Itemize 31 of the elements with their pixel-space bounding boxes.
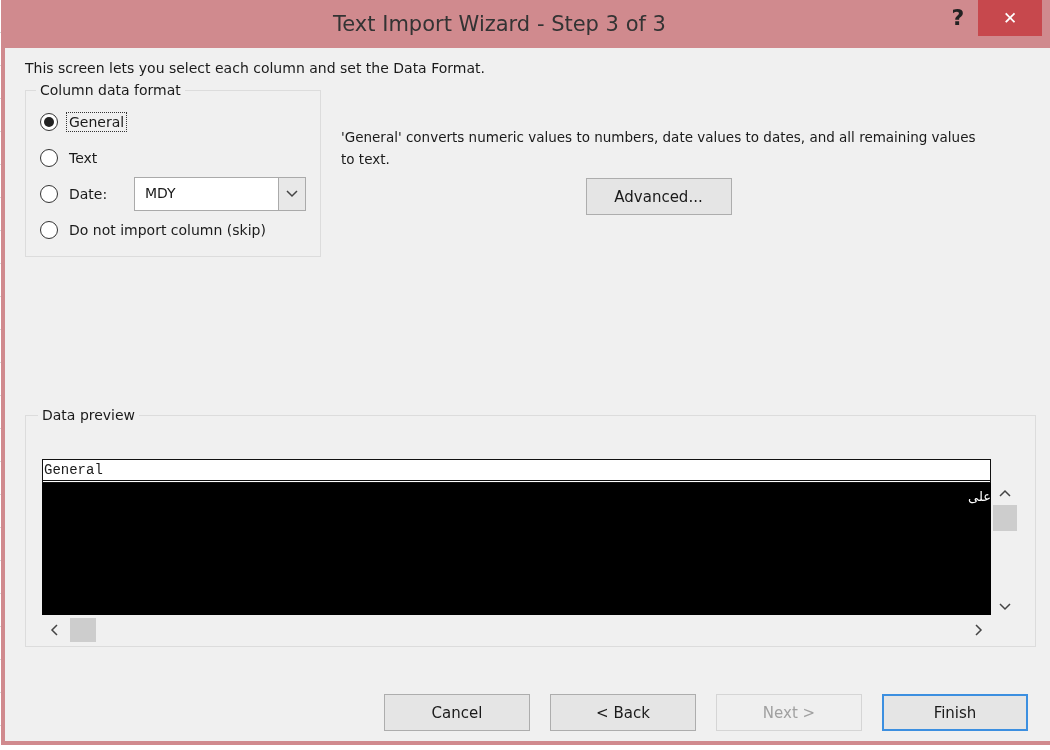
- chevron-down-icon[interactable]: [999, 603, 1011, 611]
- radio-button[interactable]: [40, 113, 58, 131]
- radio-label[interactable]: Text: [66, 148, 101, 168]
- chevron-right-icon[interactable]: [975, 624, 983, 636]
- instruction-text: This screen lets you select each column and set the Data Format.: [25, 60, 486, 76]
- close-button[interactable]: ✕: [978, 0, 1042, 36]
- radio-button[interactable]: [40, 221, 58, 239]
- chevron-left-icon[interactable]: [50, 624, 58, 636]
- preview-cell-text: على: [968, 488, 991, 504]
- wizard-button[interactable]: Finish: [882, 694, 1028, 731]
- scroll-thumb[interactable]: [993, 505, 1017, 531]
- group-label: Data preview: [41, 407, 137, 423]
- group-label: Column data format: [39, 82, 182, 98]
- chevron-down-icon: [286, 190, 298, 198]
- dropdown-button[interactable]: [278, 178, 305, 210]
- radio-button[interactable]: [40, 149, 58, 167]
- wizard-button[interactable]: < Back: [550, 694, 696, 731]
- radio-button[interactable]: [40, 185, 58, 203]
- radio-label[interactable]: Do not import column (skip): [66, 220, 269, 240]
- date-format-dropdown[interactable]: MDY: [134, 177, 306, 211]
- column-header[interactable]: General: [42, 459, 991, 483]
- scroll-thumb[interactable]: [70, 618, 96, 642]
- window-title: Text Import Wizard - Step 3 of 3: [332, 12, 667, 36]
- wizard-button[interactable]: Cancel: [384, 694, 530, 731]
- dropdown-value: MDY: [144, 184, 177, 203]
- radio-label[interactable]: Date:: [66, 184, 126, 204]
- description-text: 'General' converts numeric values to numbers, date values to dates, and all remaining values to text.: [341, 128, 977, 169]
- chevron-up-icon[interactable]: [999, 489, 1011, 497]
- radio-label[interactable]: General: [66, 112, 128, 132]
- help-button[interactable]: ?: [938, 4, 978, 31]
- advanced-button[interactable]: Advanced...: [585, 178, 732, 215]
